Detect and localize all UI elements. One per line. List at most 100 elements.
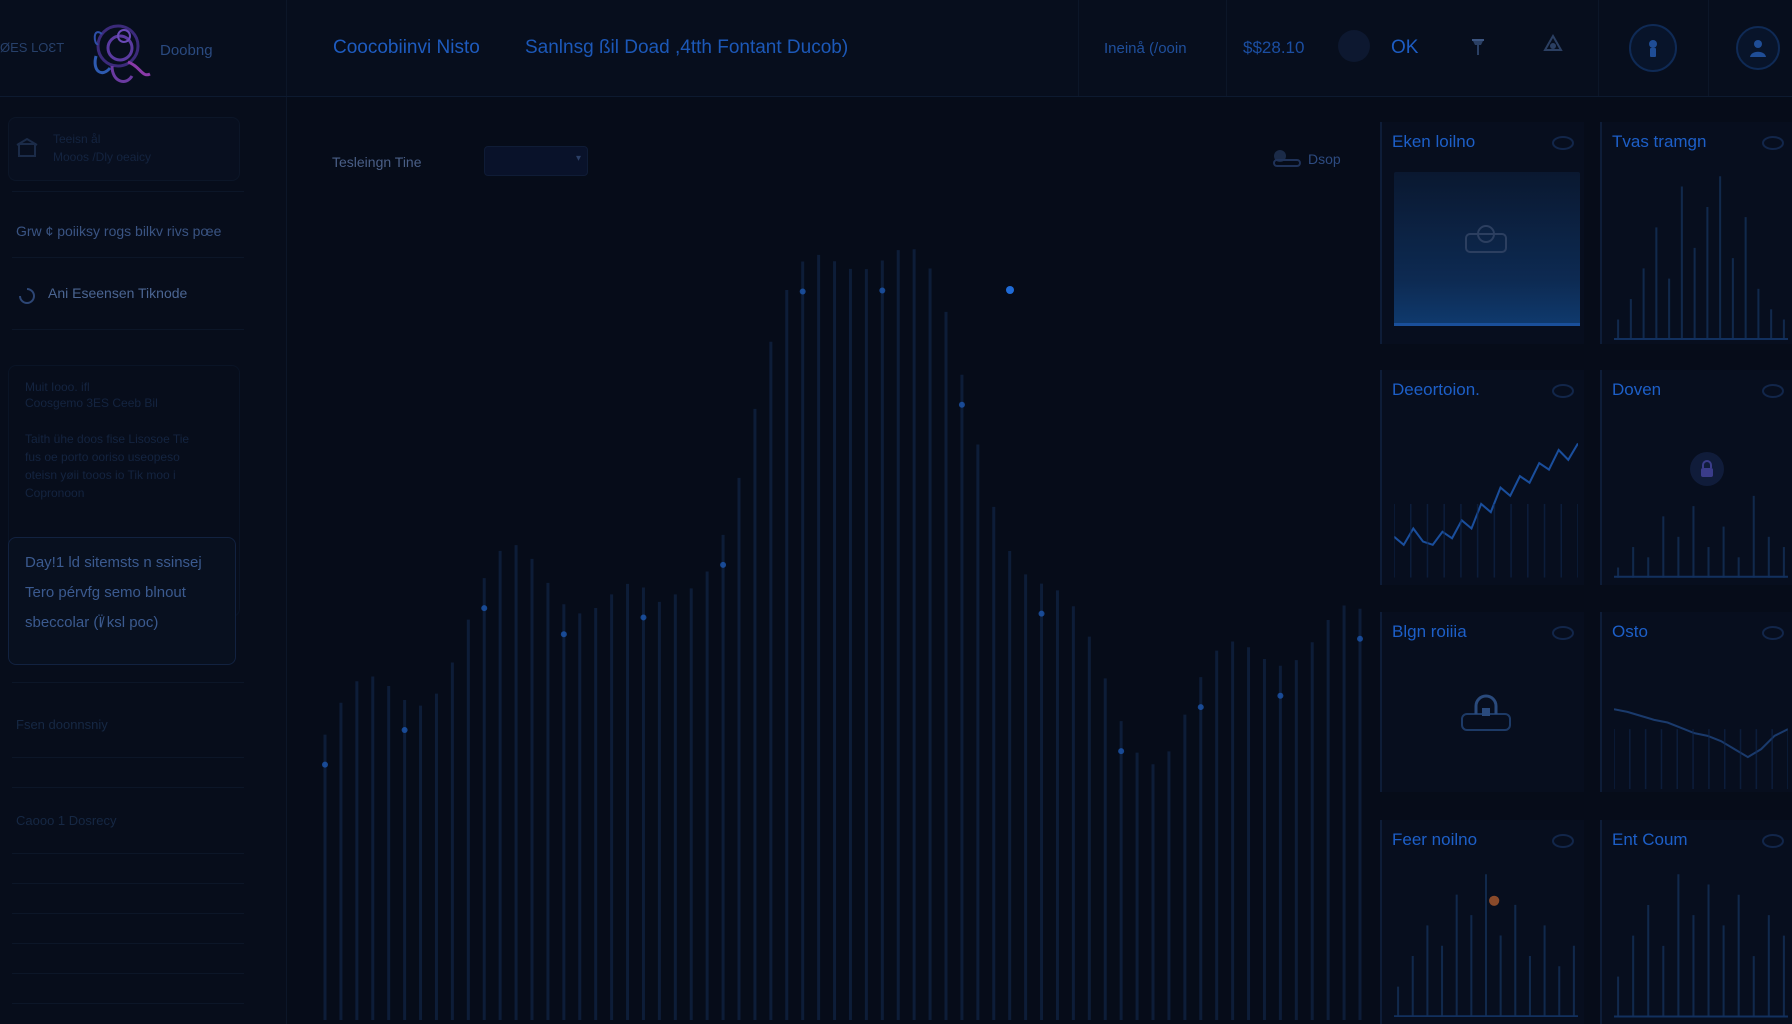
page-subtitle: Sanlnsg ßil Doad ,4tth Fontant Ducob) xyxy=(525,37,849,58)
sidebar-item-label: Ani Eseensen Tiknode xyxy=(48,285,188,301)
panel-chart xyxy=(1394,442,1578,578)
panel-chart xyxy=(1614,874,1788,1018)
pin-icon[interactable] xyxy=(1458,26,1498,66)
info-text-2: fus oe porto ooriso useopeso xyxy=(25,450,180,464)
divider xyxy=(12,191,244,192)
divider xyxy=(12,757,244,758)
chart-point xyxy=(1197,704,1204,711)
sidebar-section-b[interactable]: Caooo 1 Dosrecy xyxy=(16,813,116,828)
brand-right-label: Doobng xyxy=(160,42,213,59)
panel-ent-count[interactable]: Ent Coum xyxy=(1600,820,1792,1024)
eye-icon[interactable] xyxy=(1762,384,1784,398)
profile-icon[interactable] xyxy=(1736,26,1780,70)
panel-title: Tvas tramgn xyxy=(1612,132,1707,151)
panel-eken[interactable]: Eken loilno xyxy=(1380,122,1584,344)
brand-left-label: ØES LOƐT xyxy=(0,40,65,55)
divider xyxy=(12,329,244,330)
cloud-icon xyxy=(1273,150,1301,167)
chart-point xyxy=(1118,748,1125,755)
panel-blgn[interactable]: Blgn roiiia xyxy=(1380,612,1584,792)
panel-title: Eken loilno xyxy=(1392,132,1476,151)
panel-chart xyxy=(1614,708,1788,790)
divider xyxy=(12,787,244,788)
alert-point xyxy=(1489,895,1500,906)
chart-point xyxy=(720,561,727,568)
eye-icon[interactable] xyxy=(1552,384,1574,398)
sidebar-item-threshold[interactable]: Ani Eseensen Tiknode xyxy=(16,283,246,307)
eye-icon[interactable] xyxy=(1762,834,1784,848)
sidebar-card-user[interactable]: Teeisn ål Mooos /Dly oeaicy xyxy=(8,117,240,181)
account-icon[interactable] xyxy=(1629,24,1677,72)
eye-icon[interactable] xyxy=(1762,136,1784,150)
divider xyxy=(12,682,244,683)
panel-title: Ent Coum xyxy=(1612,830,1688,849)
sidebar: Teeisn ål Mooos /Dly oeaicy Grw ¢ poiiks… xyxy=(0,97,287,1024)
eye-icon[interactable] xyxy=(1552,136,1574,150)
range-select[interactable]: ▾ xyxy=(484,146,588,176)
panel-tvas[interactable]: Tvas tramgn xyxy=(1600,122,1792,344)
divider xyxy=(12,1003,244,1004)
divider xyxy=(12,913,244,914)
status-value: $$28.10 xyxy=(1243,38,1305,57)
chart-point xyxy=(958,401,965,408)
panel-chart xyxy=(1614,176,1788,340)
divider xyxy=(286,0,287,96)
spark-line xyxy=(1394,442,1578,547)
range-select-label: Tesleingn Tine xyxy=(332,154,422,170)
chart-point xyxy=(481,605,488,612)
refresh-icon xyxy=(19,288,35,304)
note-line-3: sbeccolar (Ï̸ ksl poc) xyxy=(25,614,159,631)
info-text-1: Taith ühe doos fise Lisosoe Tie xyxy=(25,432,190,446)
chart-point xyxy=(1038,610,1045,617)
chart-point xyxy=(799,288,806,295)
panel-deeortoion[interactable]: Deeortoion. xyxy=(1380,370,1584,585)
recycle-icon[interactable] xyxy=(1533,26,1573,66)
status-label: Ineinå (/ooin xyxy=(1104,40,1187,57)
info-title: Muit Iooo. ifl xyxy=(25,380,90,394)
info-text-3: oteisn yøii tooos io Tik moo i xyxy=(25,468,176,482)
panel-chart xyxy=(1394,874,1578,1018)
chart-point xyxy=(322,761,328,768)
panel-title: Doven xyxy=(1612,380,1662,399)
divider xyxy=(1598,0,1599,96)
sidebar-card-title: Teeisn ål xyxy=(53,132,101,146)
info-subtitle: Coosgemo 3ES Ceeb Bil xyxy=(25,396,158,410)
lock-device-icon xyxy=(1461,694,1511,731)
divider xyxy=(12,973,244,974)
sidebar-item-text[interactable]: Grw ¢ poiiksy rogs bilkv rivs pœe xyxy=(16,223,221,239)
drop-button[interactable]: Dsop xyxy=(1270,146,1341,172)
sidebar-card-subtitle: Mooos /Dly oeaicy xyxy=(53,150,152,164)
device-icon xyxy=(1465,225,1507,253)
divider xyxy=(12,257,244,258)
octopus-logo-icon[interactable] xyxy=(82,16,156,92)
chart-point xyxy=(560,631,567,638)
sidebar-note-card[interactable]: Day!1 ld sitemsts n ssinsej Tero pérvfg … xyxy=(8,537,236,665)
top-bar: ØES LOƐT Doobng Coocobiinvi Nisto Sanlns… xyxy=(0,0,1792,97)
divider xyxy=(1226,0,1227,96)
sidebar-section-a[interactable]: Fsen doonnsniy xyxy=(16,717,108,732)
spark-line xyxy=(1614,708,1788,759)
divider xyxy=(1708,0,1709,96)
panel-title: Osto xyxy=(1612,622,1648,641)
divider xyxy=(12,853,244,854)
drop-button-label: Dsop xyxy=(1308,151,1341,167)
divider xyxy=(12,943,244,944)
note-line-2: Tero pérvfg semo blnout xyxy=(25,584,186,601)
chart-point xyxy=(640,614,647,621)
chart-point xyxy=(1357,635,1363,642)
panel-feer[interactable]: Feer noilno xyxy=(1380,820,1584,1024)
note-line-1: Day!1 ld sitemsts n ssinsej xyxy=(25,554,202,571)
preview-progress xyxy=(1394,323,1580,326)
status-indicator-icon xyxy=(1338,30,1370,62)
panel-title: Deeortoion. xyxy=(1392,380,1480,399)
panel-doven[interactable]: Doven xyxy=(1600,370,1792,585)
status-ok-badge[interactable]: OK xyxy=(1391,37,1418,59)
chart-highlight-point xyxy=(1006,286,1014,294)
eye-icon[interactable] xyxy=(1762,626,1784,640)
eye-icon[interactable] xyxy=(1552,626,1574,640)
page-title: Coocobiinvi Nisto xyxy=(333,37,480,58)
panel-title: Blgn roiiia xyxy=(1392,622,1467,641)
panel-osto[interactable]: Osto xyxy=(1600,612,1792,792)
eye-icon[interactable] xyxy=(1552,834,1574,848)
main-chart[interactable] xyxy=(320,190,1365,1020)
